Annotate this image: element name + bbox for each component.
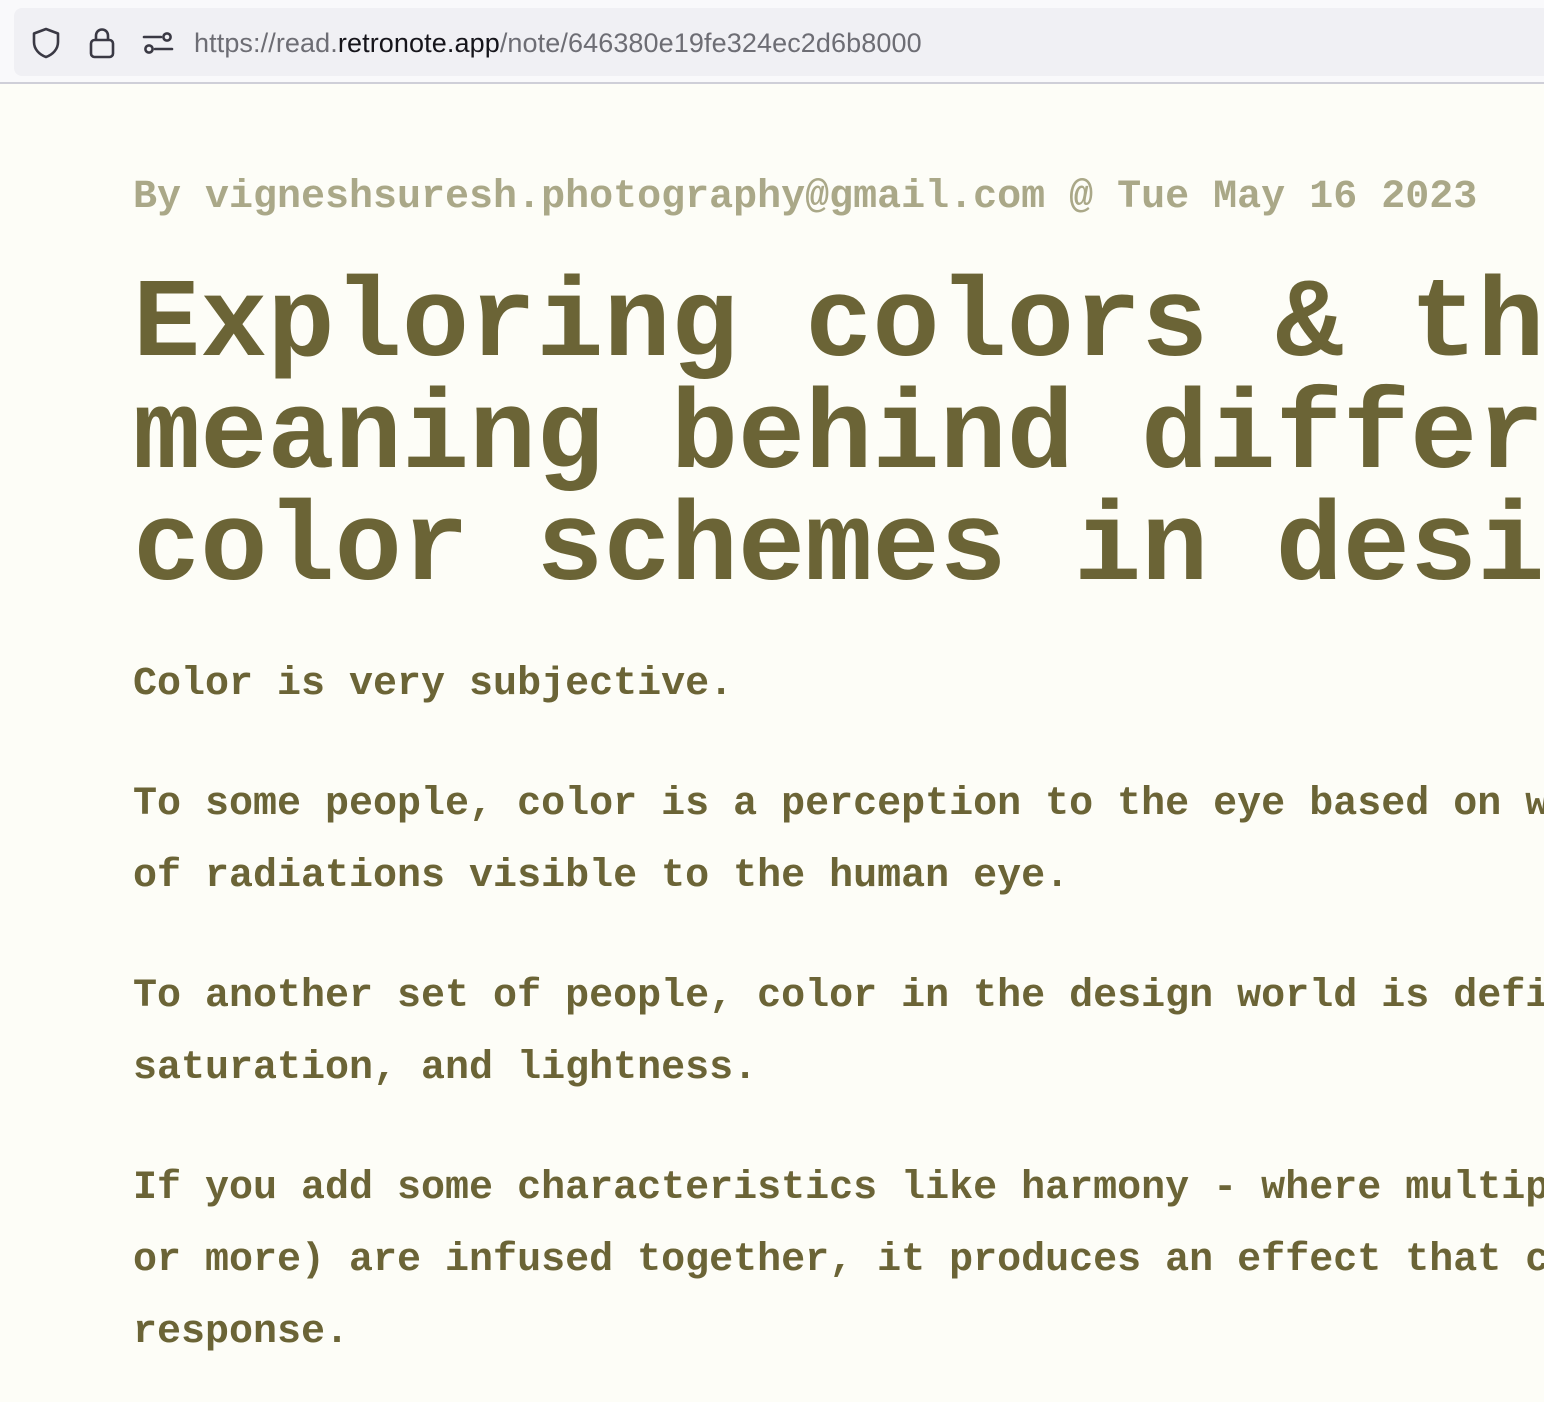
paragraph-design-world: To another set of people, color in the d… xyxy=(133,961,1544,1105)
note-byline: By vigneshsuresh.photography@gmail.com @… xyxy=(133,175,1478,220)
url-scheme: https://read. xyxy=(194,28,338,58)
paragraph-line: response. xyxy=(133,1310,350,1355)
paragraph-line: saturation, and lightness. xyxy=(133,1046,758,1091)
paragraph-line: Color is very subjective. xyxy=(133,662,734,707)
page-content: By vigneshsuresh.photography@gmail.com @… xyxy=(0,84,1544,1402)
paragraph-line: If you add some characteristics like har… xyxy=(133,1166,1544,1211)
url-host: retronote.app xyxy=(337,28,500,58)
paragraph-line: To another set of people, color in the d… xyxy=(133,974,1544,1019)
shield-icon[interactable] xyxy=(29,26,63,60)
paragraph-line: of radiations visible to the human eye. xyxy=(133,854,1070,899)
url-path: /note/646380e19fe324ec2d6b8000 xyxy=(499,28,922,58)
paragraph-line: To some people, color is a perception to… xyxy=(133,782,1544,827)
title-line: meaning behind differ xyxy=(133,374,1544,501)
note-title: Exploring colors & th meaning behind dif… xyxy=(133,270,1544,606)
title-line: color schemes in desi xyxy=(133,486,1544,613)
title-line: Exploring colors & th xyxy=(133,262,1544,389)
paragraph-perception: To some people, color is a perception to… xyxy=(133,769,1544,913)
lock-icon[interactable] xyxy=(85,26,119,60)
url-text[interactable]: https://read.retronote.app/note/646380e1… xyxy=(194,24,922,62)
page-settings-icon[interactable] xyxy=(141,26,175,60)
browser-toolbar: https://read.retronote.app/note/646380e1… xyxy=(0,0,1544,84)
paragraph-intro: Color is very subjective. xyxy=(133,649,733,721)
paragraph-line: or more) are infused together, it produc… xyxy=(133,1238,1544,1283)
paragraph-harmony: If you add some characteristics like har… xyxy=(133,1153,1544,1369)
